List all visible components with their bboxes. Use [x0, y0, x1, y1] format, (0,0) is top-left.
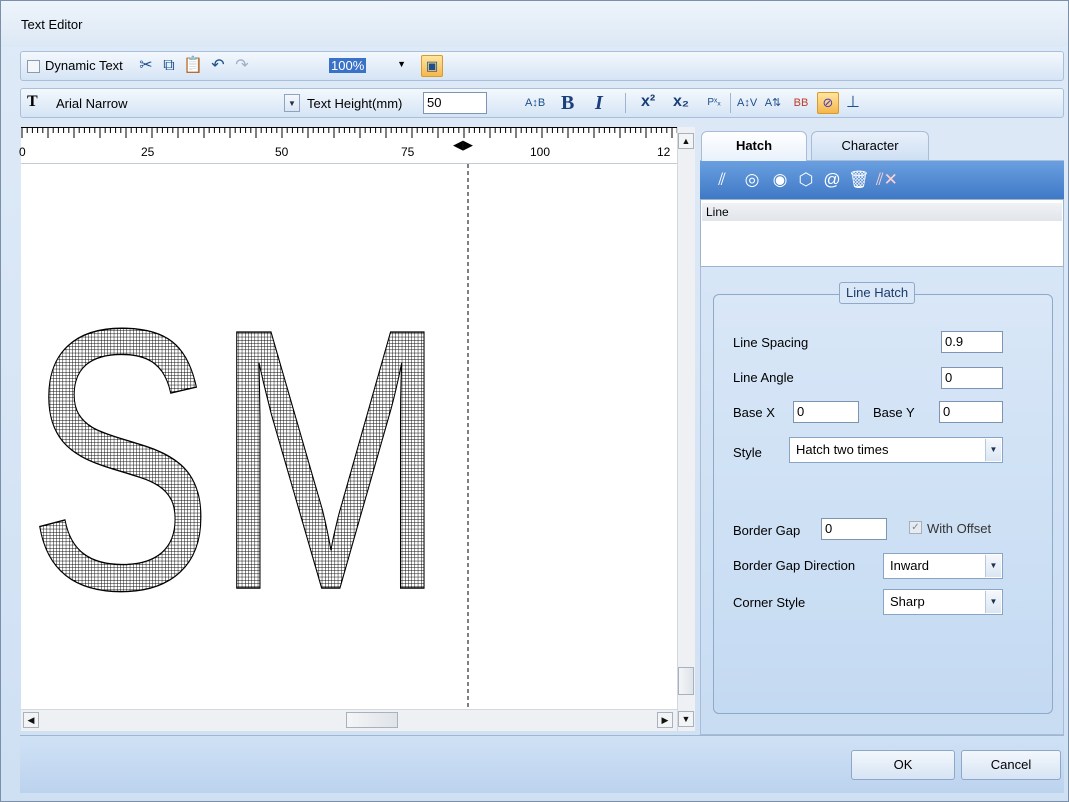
- with-offset-checkbox[interactable]: ✓: [909, 521, 922, 534]
- horizontal-scroll-thumb[interactable]: [346, 712, 398, 728]
- list-item[interactable]: Line: [702, 203, 1062, 221]
- ruler-label: 0: [19, 145, 26, 159]
- hatched-text: SM: [27, 251, 447, 667]
- ruler-label: 25: [141, 145, 155, 159]
- style-label: Style: [733, 445, 762, 460]
- dynamic-text-checkbox[interactable]: [27, 60, 40, 73]
- ruler-label: 50: [275, 145, 289, 159]
- bold-button[interactable]: B: [561, 92, 574, 115]
- undo-icon[interactable]: ↶: [208, 56, 228, 76]
- list-item-label: Line: [706, 205, 729, 219]
- kerning-icon[interactable]: A↕V: [737, 93, 757, 113]
- cancel-button[interactable]: Cancel: [961, 750, 1061, 780]
- horizontal-ruler: 0 25 50 75 100 12 ◀▶: [19, 127, 677, 164]
- italic-button[interactable]: I: [595, 92, 603, 115]
- scroll-left-icon[interactable]: ◀: [23, 712, 39, 728]
- horizontal-scrollbar[interactable]: ◀ ▶: [21, 709, 677, 731]
- mirror-text-icon[interactable]: BB: [791, 93, 811, 113]
- line-spacing-input[interactable]: 0.9: [941, 331, 1003, 353]
- with-offset-label: With Offset: [927, 521, 992, 536]
- preview-toggle-icon[interactable]: ▣: [421, 55, 443, 77]
- line-angle-label: Line Angle: [733, 370, 794, 385]
- vertical-scrollbar[interactable]: ▲ ▼: [677, 127, 695, 731]
- scroll-down-icon[interactable]: ▼: [678, 711, 694, 727]
- clear-hatch-icon[interactable]: ⫽✕: [876, 170, 898, 190]
- zoom-value: 100%: [329, 58, 367, 73]
- toolbar-top: Dynamic Text ✂ ⧉ 📋 ↶ ↷ 100% ▼ ▣: [20, 51, 1064, 81]
- border-gap-input[interactable]: 0: [821, 518, 887, 540]
- copy-icon[interactable]: ⧉: [159, 56, 179, 76]
- scroll-right-icon[interactable]: ▶: [657, 712, 673, 728]
- scroll-up-icon[interactable]: ▲: [678, 133, 694, 149]
- spiral-hatch-icon[interactable]: @: [822, 170, 842, 190]
- toolbar-separator: [730, 93, 731, 113]
- style-value: Hatch two times: [796, 442, 889, 457]
- dynamic-text-label: Dynamic Text: [45, 58, 123, 73]
- line-hatch-title: Line Hatch: [839, 282, 916, 304]
- title-bar: Text Editor: [1, 1, 1068, 47]
- toolbar-separator: [625, 93, 626, 113]
- line-spacing-label: Line Spacing: [733, 335, 809, 350]
- delete-hatch-icon[interactable]: 🗑: [848, 170, 870, 190]
- base-y-label: Base Y: [873, 405, 915, 420]
- ruler-label: 12: [657, 145, 671, 159]
- border-gap-direction-select[interactable]: Inward ▼: [883, 553, 1003, 579]
- font-select[interactable]: Arial Narrow ▼: [49, 92, 301, 114]
- base-x-label: Base X: [733, 405, 775, 420]
- tab-character-label: Character: [841, 138, 899, 153]
- ring-hatch-icon[interactable]: ◉: [770, 170, 790, 190]
- base-y-input[interactable]: 0: [939, 401, 1003, 423]
- border-gap-direction-value: Inward: [890, 558, 930, 573]
- redo-icon[interactable]: ↷: [232, 56, 252, 76]
- char-spacing-icon[interactable]: A↕B: [525, 93, 545, 113]
- line-hatch-icon[interactable]: ⫽: [712, 170, 732, 190]
- tab-character[interactable]: Character: [811, 131, 929, 161]
- chevron-down-icon: ▼: [985, 591, 1001, 613]
- ok-button[interactable]: OK: [851, 750, 955, 780]
- text-editor-window: Text Editor Dynamic Text ✂ ⧉ 📋 ↶ ↷ 100% …: [0, 0, 1069, 802]
- corner-style-label: Corner Style: [733, 595, 806, 610]
- concentric-hatch-icon[interactable]: ◎: [742, 170, 762, 190]
- vertical-scroll-thumb[interactable]: [678, 667, 694, 695]
- cut-icon[interactable]: ✂: [136, 56, 156, 76]
- ruler-label: 100: [530, 145, 551, 159]
- base-x-input[interactable]: 0: [793, 401, 859, 423]
- hatch-toolbar: ⫽ ◎ ◉ ⬡ @ 🗑 ⫽✕: [700, 161, 1064, 199]
- chevron-down-icon: ▼: [985, 555, 1001, 577]
- vertical-text-icon[interactable]: A⇅: [763, 93, 783, 113]
- corner-style-value: Sharp: [890, 594, 925, 609]
- canvas-drawing: SM: [26, 164, 469, 709]
- text-width-marker[interactable]: ◀▶: [453, 137, 473, 153]
- superscript-icon[interactable]: x²: [641, 93, 655, 111]
- font-icon: T: [27, 93, 38, 110]
- ruler-ticks: [21, 127, 677, 138]
- border-gap-direction-label: Border Gap Direction: [733, 558, 856, 573]
- font-name: Arial Narrow: [56, 96, 128, 111]
- line-angle-input[interactable]: 0: [941, 367, 1003, 389]
- align-bottom-icon[interactable]: ⊥: [843, 93, 863, 113]
- zoom-select[interactable]: 100% ▼: [326, 55, 411, 77]
- text-canvas[interactable]: SM: [21, 164, 677, 709]
- text-height-input[interactable]: 50: [423, 92, 487, 114]
- hatch-toggle-icon[interactable]: ⊘: [817, 92, 839, 114]
- corner-style-select[interactable]: Sharp ▼: [883, 589, 1003, 615]
- ruler-label: 75: [401, 145, 415, 159]
- tab-hatch[interactable]: Hatch: [701, 131, 807, 161]
- line-hatch-group: [713, 294, 1053, 714]
- chevron-down-icon: ▼: [284, 94, 300, 112]
- tab-hatch-label: Hatch: [735, 138, 773, 153]
- border-gap-label: Border Gap: [733, 523, 801, 538]
- style-select[interactable]: Hatch two times ▼: [789, 437, 1003, 463]
- super-sub-icon[interactable]: Pˣₓ: [704, 93, 724, 113]
- window-title: Text Editor: [21, 17, 83, 32]
- offset-hatch-icon[interactable]: ⬡: [796, 170, 816, 190]
- text-height-label: Text Height(mm): [307, 96, 403, 111]
- chevron-down-icon: ▼: [985, 439, 1001, 461]
- subscript-icon[interactable]: x₂: [673, 93, 689, 111]
- hatch-list[interactable]: Line: [700, 199, 1064, 267]
- paste-icon[interactable]: 📋: [183, 56, 203, 76]
- chevron-down-icon: ▼: [397, 59, 406, 69]
- toolbar-format: T Arial Narrow ▼ Text Height(mm) 50 A↕B …: [20, 88, 1064, 118]
